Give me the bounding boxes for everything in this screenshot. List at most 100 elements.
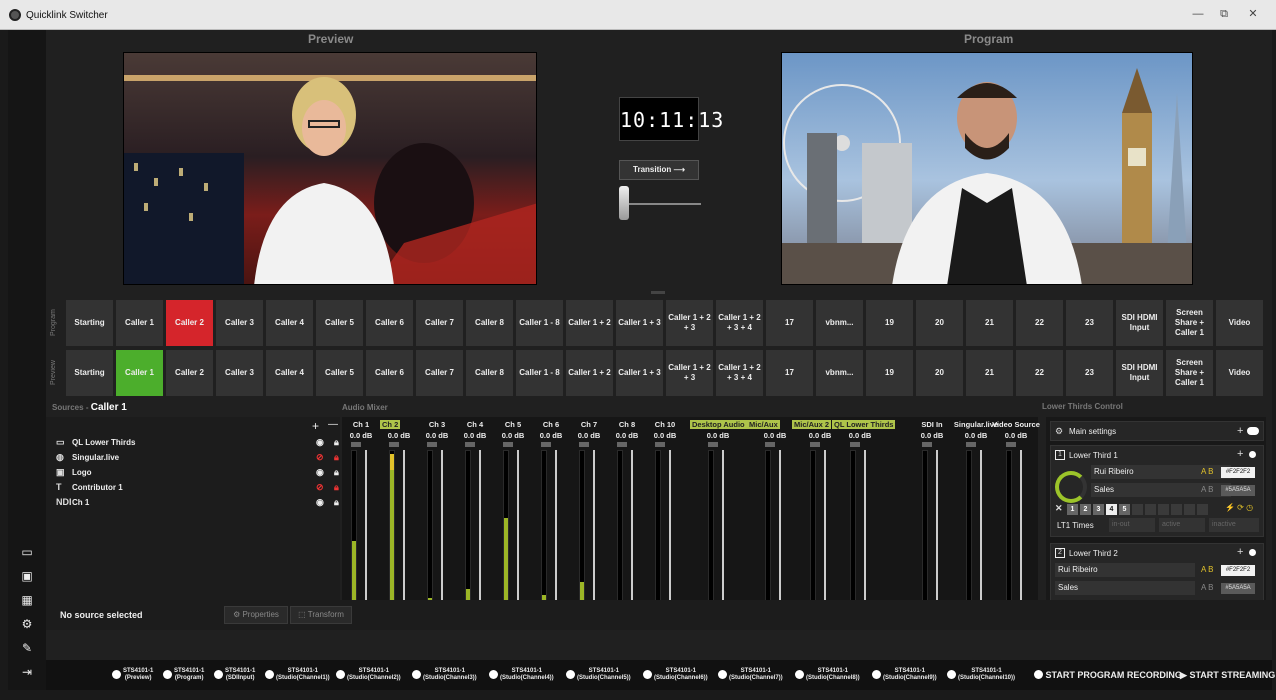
channel-fader[interactable] [403,450,405,612]
source-button-3[interactable]: Caller 2 [166,350,213,396]
lt1-active-field[interactable]: active [1159,518,1205,532]
channel-knob[interactable] [810,442,820,447]
source-list-item[interactable]: ▭ QL Lower Thirds ◉ 🔒︎ [56,437,346,451]
preset-button[interactable]: 5 [1119,504,1130,515]
channel-knob[interactable] [655,442,665,447]
source-button-16[interactable]: vbnm... [816,300,863,346]
source-button-20[interactable]: 22 [1016,300,1063,346]
channel-fader[interactable] [779,450,781,612]
channel-knob[interactable] [617,442,627,447]
channel-fader[interactable] [824,450,826,612]
source-list-item[interactable]: ▣ Logo ◉ 🔒︎ [56,467,346,481]
source-button-14[interactable]: Caller 1 + 2 + 3 + 4 [716,350,763,396]
channel-fader[interactable] [864,450,866,612]
source-button-21[interactable]: 23 [1066,300,1113,346]
source-button-14[interactable]: Caller 1 + 2 + 3 + 4 [716,300,763,346]
properties-button[interactable]: ⚙ Properties [224,606,288,624]
channel-knob[interactable] [503,442,513,447]
source-button-1[interactable]: Starting [66,300,113,346]
source-button-2[interactable]: Caller 1 [116,350,163,396]
source-button-11[interactable]: Caller 1 + 2 [566,300,613,346]
transform-button[interactable]: ⬚ Transform [290,606,352,624]
channel-fader[interactable] [722,450,724,612]
channel-knob[interactable] [427,442,437,447]
empty-preset-slot[interactable] [1158,504,1169,515]
lock-icon[interactable]: 🔒︎ [334,467,339,478]
add-lower-third-button[interactable]: + [1237,425,1243,437]
lt2-role-field[interactable]: Sales [1055,581,1195,595]
grid-icon[interactable]: ▦ [19,592,35,608]
lt1-font2-icon[interactable]: A B [1201,485,1213,494]
empty-preset-slot[interactable] [1132,504,1143,515]
source-button-1[interactable]: Starting [66,350,113,396]
source-list-item[interactable]: T Contributor 1 ⊘ 🔒︎ [56,482,346,496]
source-button-17[interactable]: 19 [866,300,913,346]
channel-knob[interactable] [966,442,976,447]
source-button-7[interactable]: Caller 6 [366,350,413,396]
visibility-eye-icon[interactable]: ◉ [316,437,324,448]
channel-fader[interactable] [631,450,633,612]
preset-button[interactable]: 1 [1067,504,1078,515]
channel-knob[interactable] [465,442,475,447]
source-button-12[interactable]: Caller 1 + 3 [616,350,663,396]
main-settings-row[interactable]: ⚙ Main settings + [1050,421,1264,441]
source-button-6[interactable]: Caller 5 [316,350,363,396]
preview-video[interactable] [123,52,537,285]
source-button-17[interactable]: 19 [866,350,913,396]
source-button-18[interactable]: 20 [916,350,963,396]
transition-button[interactable]: Transition ⟶ [619,160,699,180]
source-button-10[interactable]: Caller 1 - 8 [516,350,563,396]
source-button-6[interactable]: Caller 5 [316,300,363,346]
source-button-22[interactable]: SDI HDMI Input [1116,300,1163,346]
lt1-in-out-field[interactable]: in-out [1109,518,1155,532]
source-button-19[interactable]: 21 [966,350,1013,396]
channel-fader[interactable] [1020,450,1022,612]
empty-preset-slot[interactable] [1145,504,1156,515]
source-button-7[interactable]: Caller 6 [366,300,413,346]
source-button-4[interactable]: Caller 3 [216,300,263,346]
channel-fader[interactable] [555,450,557,612]
channel-knob[interactable] [1006,442,1016,447]
source-list-item[interactable]: NDI Ch 1 ◉ 🔒︎ [56,497,346,511]
visibility-eye-icon[interactable]: ◉ [316,467,324,478]
lock-icon[interactable]: 🔒︎ [334,482,339,493]
maximize-button[interactable]: ⧉ [1214,6,1234,22]
channel-fader[interactable] [593,450,595,612]
channel-fader[interactable] [517,450,519,612]
preset-button[interactable]: 3 [1093,504,1104,515]
minimize-button[interactable]: — [1188,6,1208,22]
lt2-color2[interactable]: #5A5A5A [1221,583,1255,594]
screen-icon[interactable]: ▣ [19,568,35,584]
source-button-13[interactable]: Caller 1 + 2 + 3 [666,350,713,396]
channel-fader[interactable] [669,450,671,612]
visibility-eye-icon[interactable]: ⊘ [316,482,324,493]
empty-preset-slot[interactable] [1197,504,1208,515]
monitor-icon[interactable]: ▭ [19,544,35,560]
lt1-inactive-field[interactable]: inactive [1209,518,1259,532]
lt2-font-icon[interactable]: A B [1201,565,1213,574]
remove-source-button[interactable]: — [328,419,338,430]
logout-icon[interactable]: ⇥ [19,664,35,680]
source-button-24[interactable]: Video [1216,300,1263,346]
source-button-8[interactable]: Caller 7 [416,350,463,396]
source-button-3[interactable]: Caller 2 [166,300,213,346]
gear-icon[interactable]: ⚙ [19,616,35,632]
source-button-4[interactable]: Caller 3 [216,350,263,396]
transition-slider-handle[interactable] [619,186,629,220]
channel-knob[interactable] [708,442,718,447]
channel-fader[interactable] [936,450,938,612]
source-button-15[interactable]: 17 [766,300,813,346]
lock-icon[interactable]: 🔒︎ [334,497,339,508]
start-recording-button[interactable]: START PROGRAM RECORDING [1034,670,1182,680]
splitter-handle[interactable] [651,291,665,294]
source-button-5[interactable]: Caller 4 [266,300,313,346]
channel-knob[interactable] [389,442,399,447]
source-list-item[interactable]: ◍ Singular.live ⊘ 🔒︎ [56,452,346,466]
source-button-23[interactable]: Screen Share + Caller 1 [1166,300,1213,346]
empty-preset-slot[interactable] [1171,504,1182,515]
lock-icon[interactable]: 🔒︎ [334,437,339,448]
source-button-16[interactable]: vbnm... [816,350,863,396]
source-button-2[interactable]: Caller 1 [116,300,163,346]
source-button-11[interactable]: Caller 1 + 2 [566,350,613,396]
toggle-switch[interactable] [1247,427,1259,435]
